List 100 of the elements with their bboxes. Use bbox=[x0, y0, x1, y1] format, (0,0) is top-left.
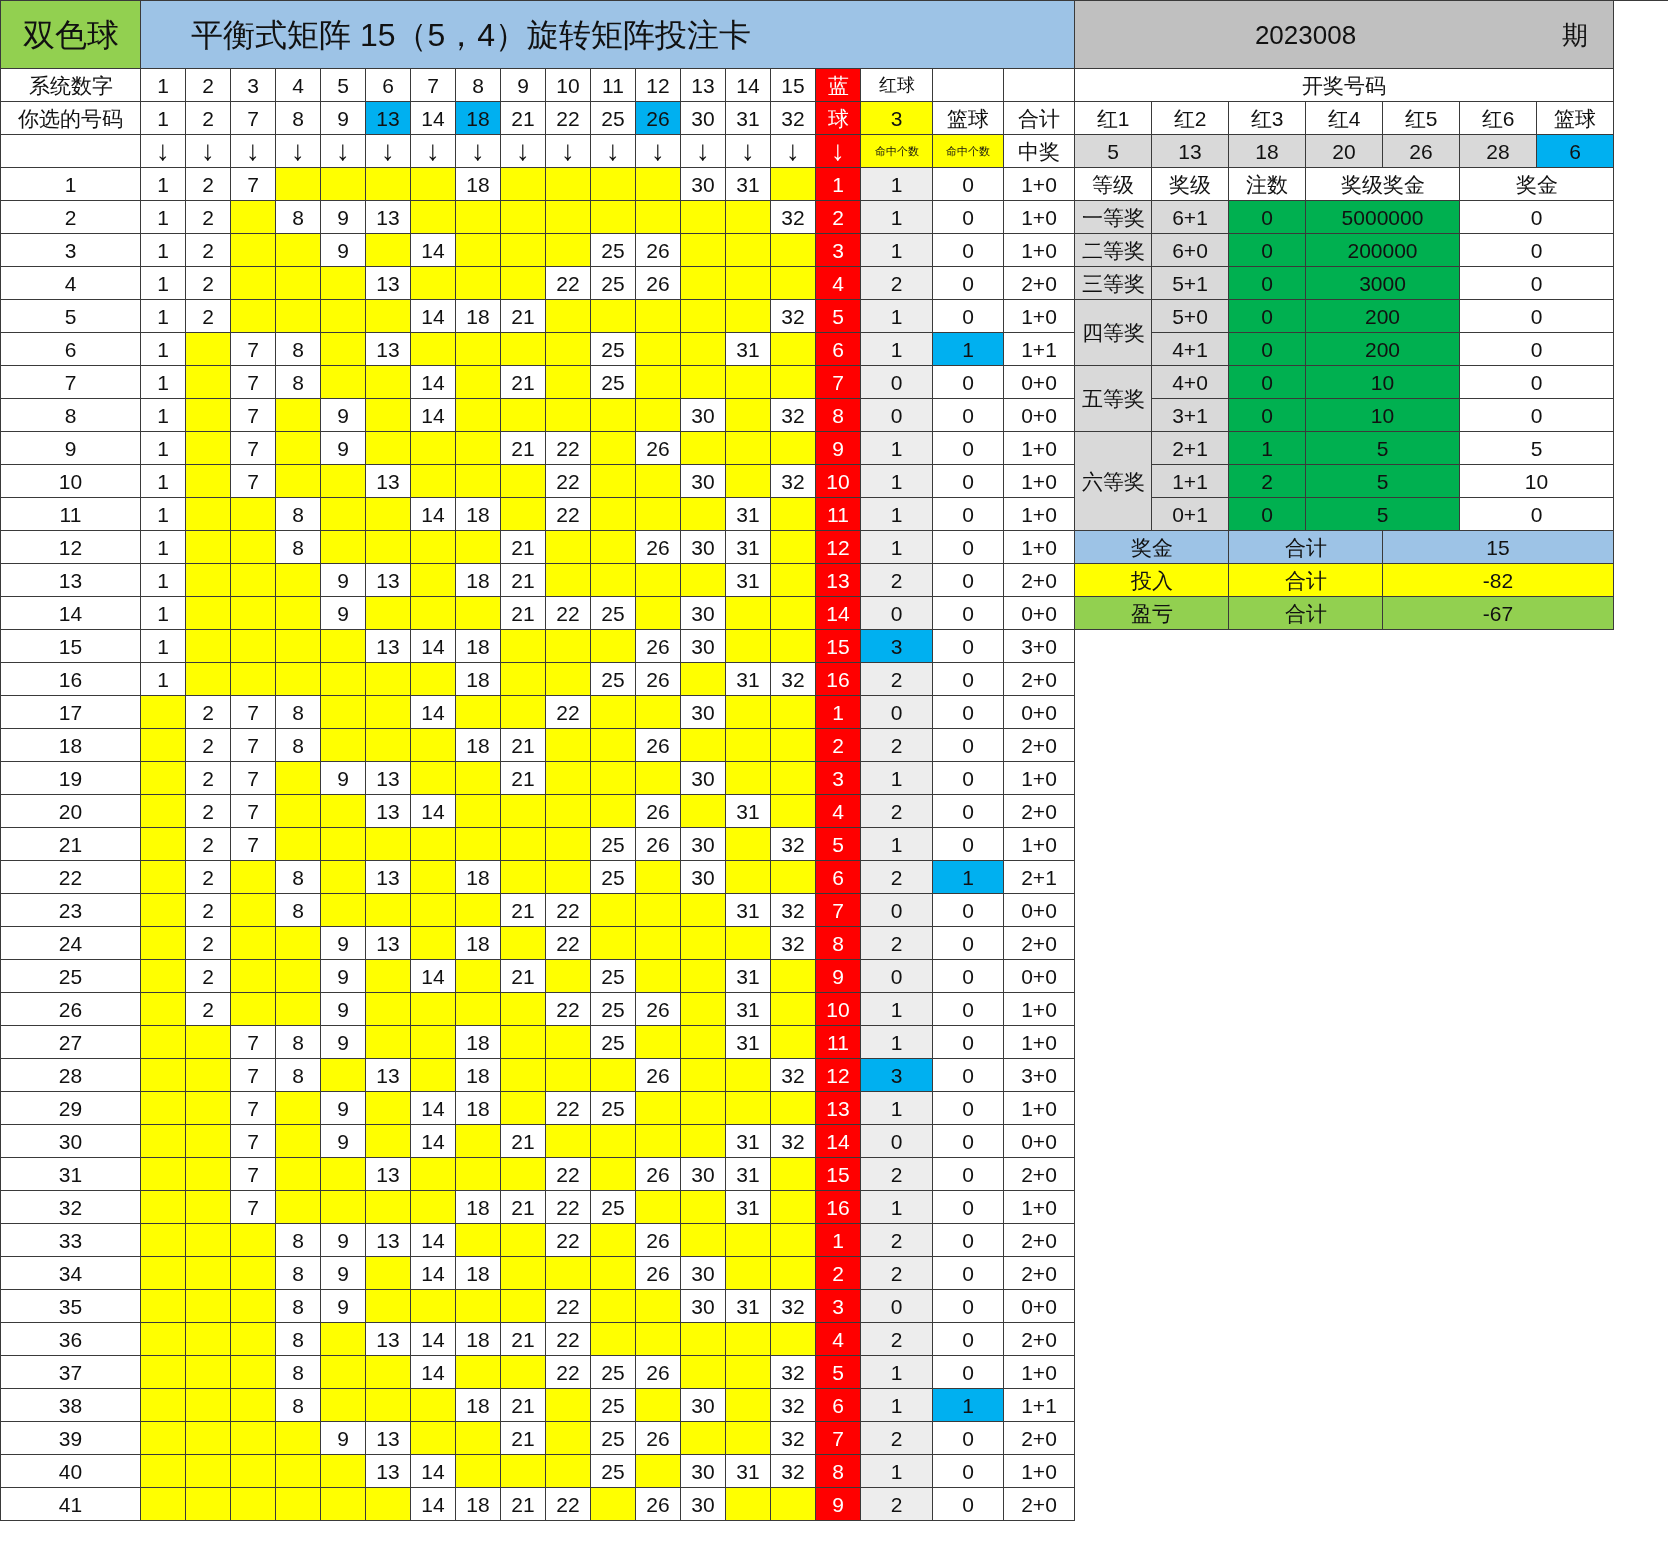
table-cell: 9 bbox=[321, 762, 366, 795]
table-cell: 14 bbox=[411, 1488, 456, 1521]
table-cell: 30 bbox=[681, 630, 726, 663]
table-cell: 0 bbox=[1229, 399, 1306, 432]
table-cell: 18 bbox=[456, 1059, 501, 1092]
table-cell: 30 bbox=[681, 597, 726, 630]
table-cell: 31 bbox=[726, 1455, 771, 1488]
table-cell: 26 bbox=[636, 1356, 681, 1389]
column-number: 6 bbox=[366, 69, 411, 102]
table-cell: 25 bbox=[591, 366, 636, 399]
table-cell: 0 bbox=[1229, 300, 1306, 333]
table-cell: 5+1 bbox=[1152, 267, 1229, 300]
column-header: 注数 bbox=[1229, 168, 1306, 201]
picked-number: 8 bbox=[276, 102, 321, 135]
table-cell: 21 bbox=[501, 1389, 546, 1422]
main-hits-cell: 1 bbox=[861, 762, 933, 795]
bonus-hits-cell: 0 bbox=[933, 1191, 1004, 1224]
table-cell: 21 bbox=[501, 1422, 546, 1455]
row-number: 26 bbox=[1, 993, 141, 1026]
draw-number: 5 bbox=[1075, 135, 1152, 168]
column-header: 奖金 bbox=[1460, 168, 1614, 201]
table-cell: 1 bbox=[141, 498, 186, 531]
table-cell: 32 bbox=[771, 1290, 816, 1323]
row-number: 33 bbox=[1, 1224, 141, 1257]
table-cell: 7 bbox=[231, 1059, 276, 1092]
special-ball-cell: 5 bbox=[816, 828, 861, 861]
table-cell: 18 bbox=[456, 1191, 501, 1224]
table-cell: 21 bbox=[501, 1488, 546, 1521]
picked-number: 32 bbox=[771, 102, 816, 135]
bonus-hits-cell: 0 bbox=[933, 234, 1004, 267]
table-cell: 18 bbox=[456, 1092, 501, 1125]
column-header: 红5 bbox=[1383, 102, 1460, 135]
bonus-hits-cell: 0 bbox=[933, 267, 1004, 300]
table-cell: 0 bbox=[1229, 498, 1306, 531]
table-cell: 9 bbox=[321, 597, 366, 630]
table-cell: 1+0 bbox=[1004, 531, 1075, 564]
main-hits-cell: 2 bbox=[861, 564, 933, 597]
table-cell: 8 bbox=[276, 531, 321, 564]
table-cell: 14 bbox=[411, 300, 456, 333]
column-header: 中奖 bbox=[1004, 135, 1075, 168]
table-cell: 30 bbox=[681, 168, 726, 201]
table-cell: 10 bbox=[1306, 366, 1460, 399]
row-number: 19 bbox=[1, 762, 141, 795]
row-number: 36 bbox=[1, 1323, 141, 1356]
special-ball-cell: 14 bbox=[816, 1125, 861, 1158]
draw-number: 20 bbox=[1306, 135, 1383, 168]
bonus-hits-cell: 0 bbox=[933, 432, 1004, 465]
special-ball-cell: 1 bbox=[816, 168, 861, 201]
column-header: 等级 bbox=[1075, 168, 1152, 201]
row-number: 10 bbox=[1, 465, 141, 498]
special-ball-cell: 16 bbox=[816, 1191, 861, 1224]
special-ball-cell: 9 bbox=[816, 1488, 861, 1521]
table-cell: 13 bbox=[366, 795, 411, 828]
row-number: 37 bbox=[1, 1356, 141, 1389]
bonus-hits-cell: 0 bbox=[933, 366, 1004, 399]
table-cell: 1 bbox=[141, 168, 186, 201]
table-cell: 32 bbox=[771, 894, 816, 927]
table-cell: 14 bbox=[411, 1224, 456, 1257]
main-hits-cell: 1 bbox=[861, 993, 933, 1026]
table-cell: 22 bbox=[546, 465, 591, 498]
special-ball-cell: 8 bbox=[816, 399, 861, 432]
table-cell: 14 bbox=[411, 1455, 456, 1488]
picked-number: 14 bbox=[411, 102, 456, 135]
table-cell: 2 bbox=[186, 828, 231, 861]
table-cell: 30 bbox=[681, 762, 726, 795]
table-cell: 8 bbox=[276, 894, 321, 927]
table-cell: 0+1 bbox=[1152, 498, 1229, 531]
table-cell: 18 bbox=[456, 1257, 501, 1290]
table-cell: 32 bbox=[771, 465, 816, 498]
table-cell: 30 bbox=[681, 1455, 726, 1488]
table-cell: 31 bbox=[726, 333, 771, 366]
bonus-hits-cell: 0 bbox=[933, 828, 1004, 861]
table-cell: 25 bbox=[591, 960, 636, 993]
table-cell: 7 bbox=[231, 432, 276, 465]
table-cell: 1 bbox=[141, 234, 186, 267]
main-hits-cell: 1 bbox=[861, 1455, 933, 1488]
bonus-hits-cell: 0 bbox=[933, 597, 1004, 630]
table-cell: 25 bbox=[591, 1092, 636, 1125]
table-cell: 26 bbox=[636, 531, 681, 564]
table-cell: 31 bbox=[726, 894, 771, 927]
table-cell: 25 bbox=[591, 663, 636, 696]
special-ball-cell: 15 bbox=[816, 1158, 861, 1191]
table-cell: 8 bbox=[276, 729, 321, 762]
row-number: 2 bbox=[1, 201, 141, 234]
column-header: 合计 bbox=[1004, 102, 1075, 135]
table-cell: 21 bbox=[501, 597, 546, 630]
main-hits-cell: 2 bbox=[861, 267, 933, 300]
table-cell: 13 bbox=[366, 465, 411, 498]
special-ball-cell: 5 bbox=[816, 1356, 861, 1389]
row-number: 14 bbox=[1, 597, 141, 630]
table-cell: 21 bbox=[501, 729, 546, 762]
column-header: 奖级 bbox=[1152, 168, 1229, 201]
bonus-hits-cell: 0 bbox=[933, 300, 1004, 333]
column-number: 9 bbox=[501, 69, 546, 102]
table-cell: 1+0 bbox=[1004, 828, 1075, 861]
summary-label: 合计 bbox=[1229, 597, 1383, 630]
picked-number: 30 bbox=[681, 102, 726, 135]
table-cell: 8 bbox=[276, 696, 321, 729]
table-cell: 3000 bbox=[1306, 267, 1460, 300]
special-ball-cell: 2 bbox=[816, 1257, 861, 1290]
